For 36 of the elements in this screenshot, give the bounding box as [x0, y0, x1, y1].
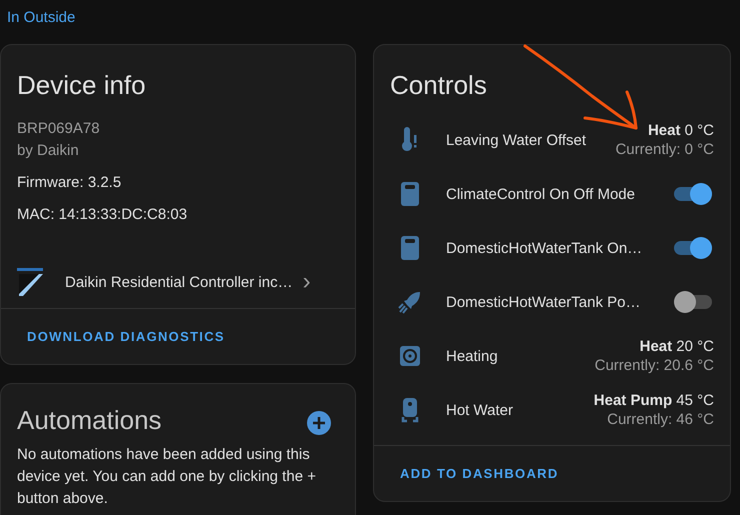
manufacturer: by Daikin — [16, 141, 80, 161]
current-temperature: Currently: 46 °C — [606, 411, 714, 428]
card-title: Controls — [390, 69, 487, 101]
heating-icon — [398, 344, 422, 368]
card-title: Automations — [17, 404, 162, 436]
download-diagnostics-button[interactable]: DOWNLOAD DIAGNOSTICS — [17, 321, 235, 352]
rocket-icon — [398, 290, 422, 314]
toggle-switch[interactable] — [674, 237, 712, 259]
add-icon[interactable] — [307, 411, 331, 435]
target-state: Heat 20 °C — [638, 338, 714, 355]
toggle-switch[interactable] — [674, 183, 712, 205]
current-temperature: Currently: 0 °C — [615, 141, 714, 158]
device-model: BRP069A78 — [16, 119, 101, 139]
entity-name: Hot Water — [446, 402, 514, 418]
target-state: Heat 0 °C — [646, 122, 714, 139]
add-to-dashboard-button[interactable]: ADD TO DASHBOARD — [390, 458, 569, 489]
card-title: Device info — [17, 69, 146, 101]
remote-icon — [400, 235, 420, 261]
target-state: Heat Pump 45 °C — [594, 392, 714, 409]
entity-name: DomesticHotWaterTank Po… — [446, 294, 642, 310]
empty-message: No automations have been added using this device yet. You can add one by clicking the + button above. — [16, 445, 317, 509]
entity-name: Heating — [446, 348, 499, 364]
chevron-icon: › — [302, 272, 311, 292]
breadcrumb-link[interactable]: In Outside — [7, 9, 76, 26]
entity-name: ClimateControl On Off Mode — [446, 186, 636, 202]
toggle-switch[interactable] — [674, 291, 712, 313]
entity-name: DomesticHotWaterTank On… — [446, 240, 644, 256]
remote-icon — [400, 181, 420, 207]
integration-name: Daikin Residential Controller inc… — [65, 274, 293, 290]
water-heater-icon — [399, 397, 421, 423]
current-temperature: Currently: 20.6 °C — [594, 357, 714, 374]
firmware-text: Firmware: 3.2.5 — [16, 173, 122, 193]
integration-row[interactable]: Daikin Residential Controller inc… › — [1, 256, 355, 308]
entity-name: Leaving Water Offset — [446, 132, 588, 148]
logo-icon — [17, 268, 43, 296]
mac-address: MAC: 14:13:33:DC:C8:03 — [16, 205, 188, 225]
